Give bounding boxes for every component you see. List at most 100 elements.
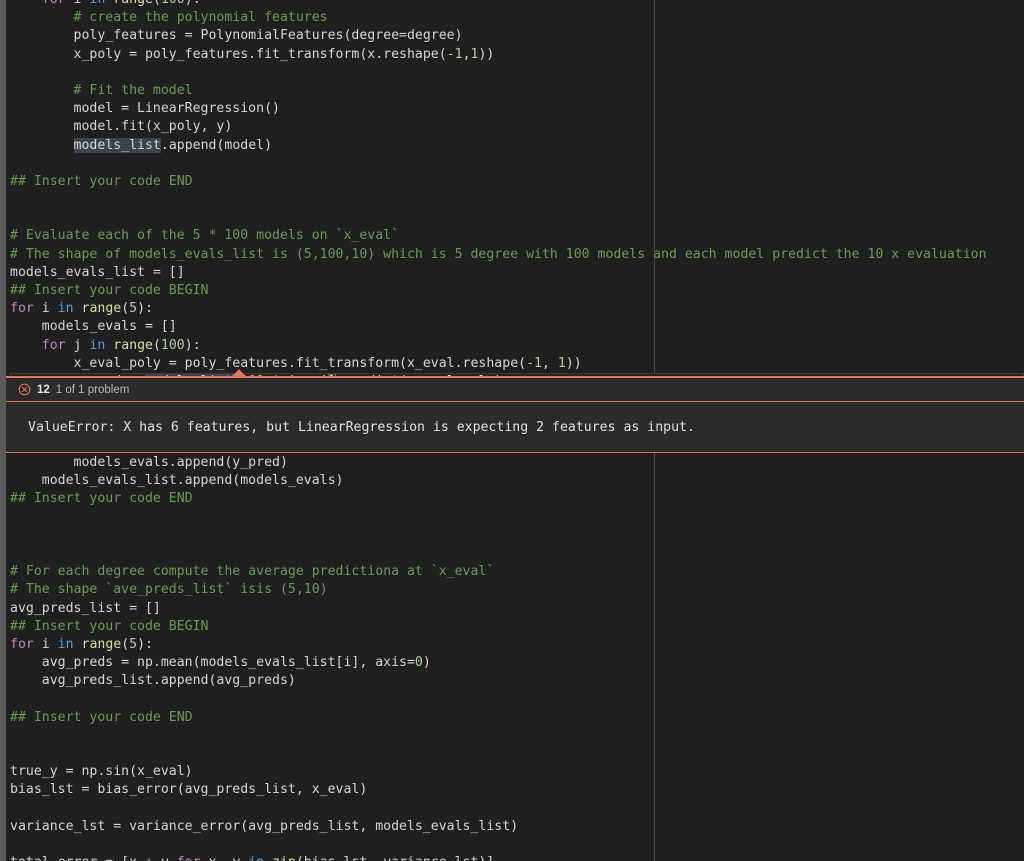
code-token: [74, 637, 82, 652]
code-line[interactable]: for i in range(5):: [10, 300, 1024, 318]
editor-pane-bottom[interactable]: models_evals.append(y_pred) models_evals…: [6, 453, 1024, 861]
code-line[interactable]: # create the polynomial features: [10, 9, 1024, 27]
code-token: ## Insert your code END: [10, 491, 193, 506]
code-token: in: [89, 338, 105, 353]
code-line[interactable]: avg_preds_list.append(avg_preds): [10, 672, 1024, 690]
code-line[interactable]: # Evaluate each of the 5 * 100 models on…: [10, 227, 1024, 245]
code-line[interactable]: [10, 64, 1024, 82]
code-token: models_evals_list.append(models_evals): [10, 473, 343, 488]
code-line[interactable]: # The shape of models_evals_list is (5,1…: [10, 246, 1024, 264]
code-token: x_eval_poly = poly_features.fit_transfor…: [10, 356, 526, 371]
code-token: # Fit the model: [10, 83, 193, 98]
code-line[interactable]: [10, 527, 1024, 545]
code-token: ## Insert your code END: [10, 710, 193, 725]
code-line[interactable]: [10, 209, 1024, 227]
code-line[interactable]: avg_preds = np.mean(models_evals_list[i]…: [10, 654, 1024, 672]
code-line[interactable]: [10, 800, 1024, 818]
vertical-scrollbar[interactable]: [0, 0, 6, 861]
code-line[interactable]: [10, 745, 1024, 763]
code-token: models_list: [74, 138, 161, 153]
code-line[interactable]: ## Insert your code END: [10, 709, 1024, 727]
code-line[interactable]: avg_preds_list = []: [10, 600, 1024, 618]
code-token: ## Insert your code END: [10, 174, 193, 189]
code-line[interactable]: ## Insert your code BEGIN: [10, 618, 1024, 636]
code-token: i: [66, 0, 90, 7]
code-line[interactable]: for i in range(100):: [10, 0, 1024, 9]
code-line[interactable]: [10, 690, 1024, 708]
code-line[interactable]: total_error = [x + y for x, y in zip(bia…: [10, 854, 1024, 861]
code-line[interactable]: ## Insert your code BEGIN: [10, 282, 1024, 300]
code-line[interactable]: [10, 836, 1024, 854]
code-token: ):: [185, 338, 201, 353]
code-line[interactable]: for i in range(5):: [10, 636, 1024, 654]
code-token: ,: [463, 47, 471, 62]
code-token: # The shape of models_evals_list is (5,1…: [10, 247, 987, 262]
code-token: x_poly = poly_features.fit_transform(x.r…: [10, 47, 447, 62]
code-line[interactable]: x_poly = poly_features.fit_transform(x.r…: [10, 46, 1024, 64]
code-line[interactable]: x_eval_poly = poly_features.fit_transfor…: [10, 355, 1024, 373]
code-token: ):: [185, 0, 201, 7]
code-line[interactable]: [10, 545, 1024, 563]
code-line[interactable]: variance_lst = variance_error(avg_preds_…: [10, 818, 1024, 836]
code-token: .append(model): [161, 138, 272, 153]
code-token: i: [34, 301, 58, 316]
code-token: poly_features = PolynomialFeatures(degre…: [10, 28, 463, 43]
code-token: i: [34, 637, 58, 652]
code-token: 5: [129, 637, 137, 652]
code-token: true_y = np.sin(x_eval): [10, 764, 193, 779]
code-token: in: [58, 637, 74, 652]
code-token: ,: [542, 356, 558, 371]
code-token: for: [10, 637, 34, 652]
code-token: 0: [415, 655, 423, 670]
code-token: (: [153, 0, 161, 7]
code-editor-window: for i in range(100): # create the polyno…: [0, 0, 1024, 861]
code-token: 100: [161, 338, 185, 353]
code-content-bottom[interactable]: models_evals.append(y_pred) models_evals…: [6, 454, 1024, 861]
code-token: j: [66, 338, 90, 353]
code-token: (: [121, 637, 129, 652]
code-line[interactable]: # For each degree compute the average pr…: [10, 563, 1024, 581]
code-token: [10, 0, 42, 7]
code-line[interactable]: models_list.append(model): [10, 137, 1024, 155]
code-token: range: [113, 338, 153, 353]
code-line[interactable]: # The shape `ave_preds_list` isis (5,10): [10, 581, 1024, 599]
code-token: ## Insert your code BEGIN: [10, 619, 209, 634]
code-line[interactable]: poly_features = PolynomialFeatures(degre…: [10, 27, 1024, 45]
code-token: )): [478, 47, 494, 62]
code-token: [74, 301, 82, 316]
code-line[interactable]: models_evals = []: [10, 318, 1024, 336]
code-line[interactable]: bias_lst = bias_error(avg_preds_list, x_…: [10, 781, 1024, 799]
code-token: range: [82, 637, 122, 652]
problem-popup-panel[interactable]: 12 1 of 1 problem ValueError: X has 6 fe…: [6, 376, 1024, 453]
code-token: (bias_lst, variance_lst)]: [296, 855, 495, 861]
code-line[interactable]: models_evals_list = []: [10, 264, 1024, 282]
code-line[interactable]: models_evals_list.append(models_evals): [10, 472, 1024, 490]
code-line[interactable]: [10, 191, 1024, 209]
code-line[interactable]: for j in range(100):: [10, 337, 1024, 355]
problem-index-label: 1 of 1 problem: [56, 384, 130, 396]
code-line[interactable]: [10, 509, 1024, 527]
code-token: for: [10, 301, 34, 316]
code-token: avg_preds = np.mean(models_evals_list[i]…: [10, 655, 415, 670]
code-line[interactable]: # Fit the model: [10, 82, 1024, 100]
code-line[interactable]: [10, 155, 1024, 173]
code-line[interactable]: true_y = np.sin(x_eval): [10, 763, 1024, 781]
code-token: model.fit(x_poly, y): [10, 119, 232, 134]
code-token: range: [82, 301, 122, 316]
code-token: # create the polynomial features: [10, 10, 328, 25]
code-token: avg_preds_list = []: [10, 601, 161, 616]
code-line[interactable]: [10, 727, 1024, 745]
code-content-top[interactable]: for i in range(100): # create the polyno…: [6, 0, 1024, 376]
code-token: # For each degree compute the average pr…: [10, 564, 494, 579]
code-token: (: [121, 301, 129, 316]
code-token: [10, 138, 74, 153]
code-line[interactable]: ## Insert your code END: [10, 490, 1024, 508]
error-circle-x-icon: [18, 383, 31, 396]
editor-pane-top[interactable]: for i in range(100): # create the polyno…: [6, 0, 1024, 376]
code-line[interactable]: models_evals.append(y_pred): [10, 454, 1024, 472]
code-line[interactable]: model = LinearRegression(): [10, 100, 1024, 118]
code-token: ):: [137, 301, 153, 316]
code-token: model = LinearRegression(): [10, 101, 280, 116]
code-line[interactable]: model.fit(x_poly, y): [10, 118, 1024, 136]
code-line[interactable]: ## Insert your code END: [10, 173, 1024, 191]
